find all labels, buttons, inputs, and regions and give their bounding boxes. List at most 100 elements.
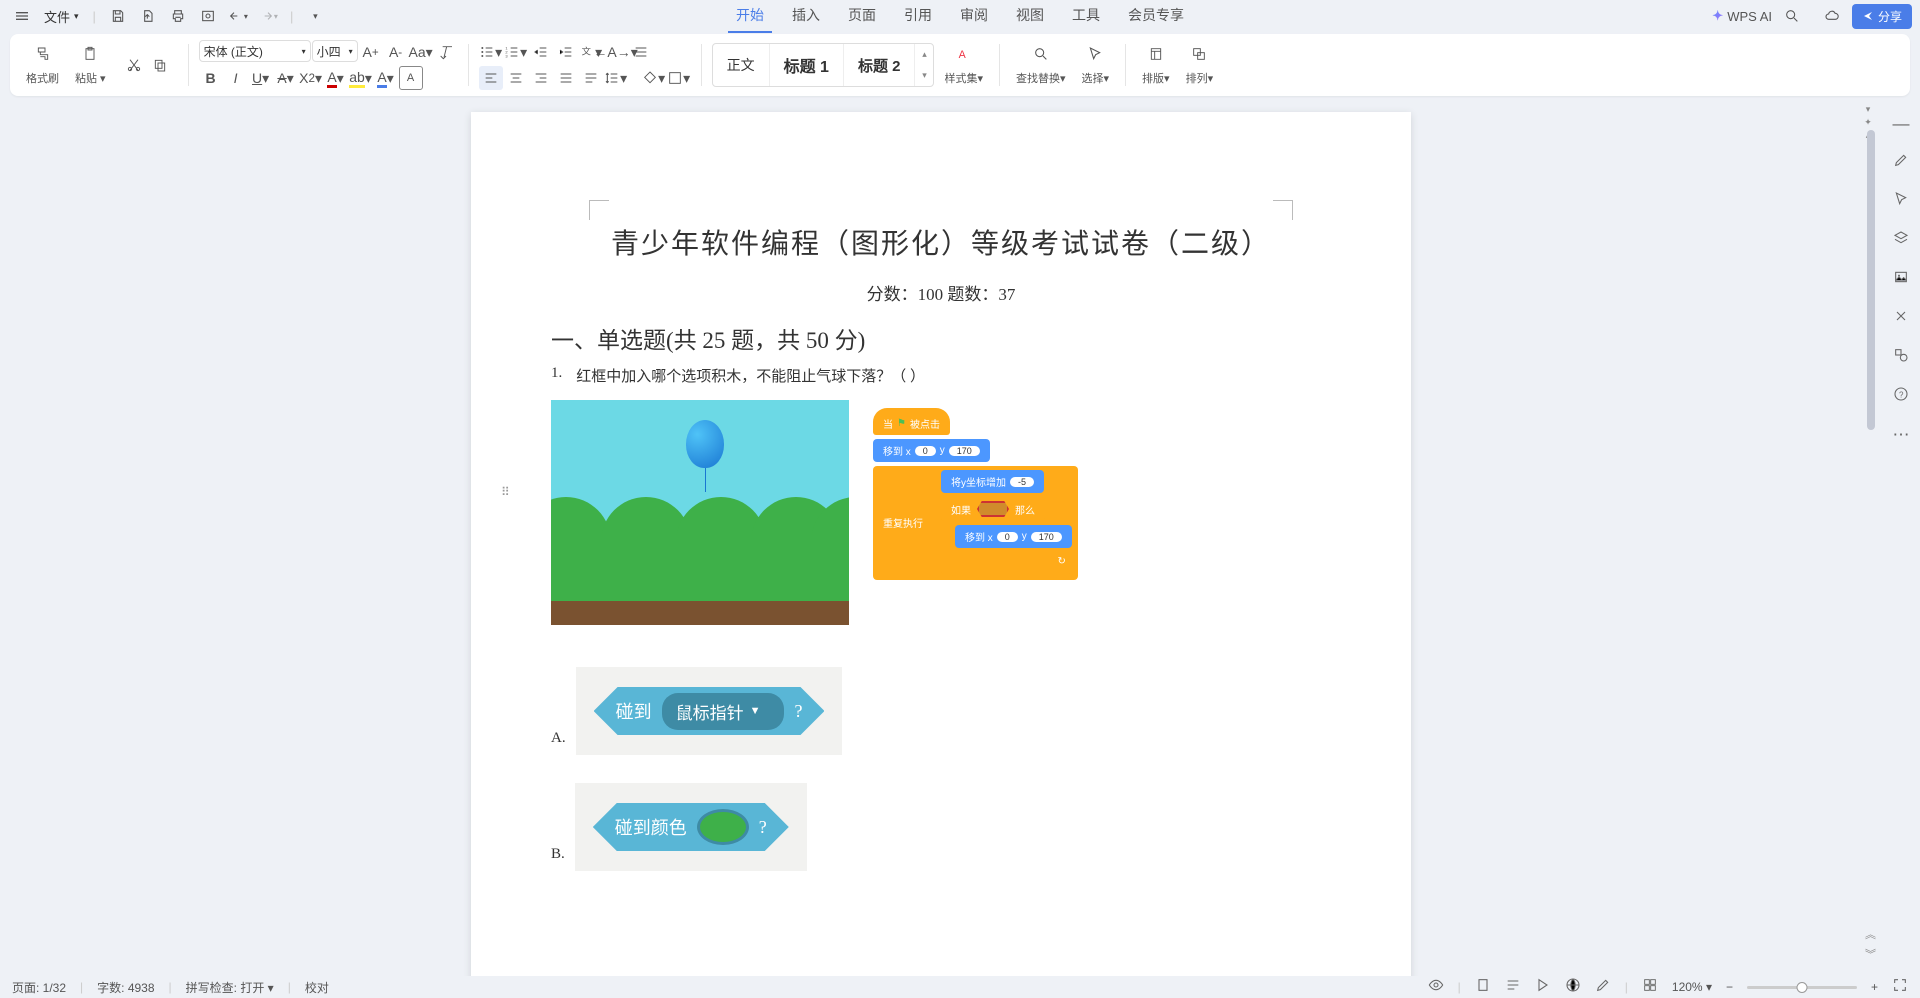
spell-check-status[interactable]: 拼写检查: 打开 ▾ [186,979,274,996]
comments-icon[interactable] [1595,977,1611,998]
more-icon[interactable]: ⋯ [1893,425,1910,445]
answer-b: B. 碰到颜色? [551,783,1331,871]
print-icon[interactable] [164,2,192,30]
tab-review[interactable]: 审阅 [952,0,996,33]
char-spacing-icon[interactable]: ←A→▾ [604,40,628,64]
view-outline-icon[interactable] [1505,977,1521,998]
arrange-button[interactable]: 排列▾ [1180,45,1220,86]
drag-handle-icon[interactable]: ⠿ [501,485,510,499]
doc-meta: 分数：100 题数：37 [551,280,1331,305]
search-icon[interactable] [1778,2,1806,30]
cursor-icon[interactable] [1893,191,1909,212]
wps-ai-button[interactable]: ✦WPS AI [1712,8,1772,24]
style-gallery[interactable]: 正文 标题 1 标题 2 ▴▾ [712,43,935,87]
bold-icon[interactable]: B [199,66,223,90]
ribbon-toolbar: 格式刷 粘贴 ▾ 宋体 (正文)▾ 小四▾ A+ A- Aa▾ B I U▾ A… [10,34,1910,96]
zoom-out-icon[interactable]: − [1726,980,1733,994]
fill-color-icon[interactable]: ▾ [642,66,666,90]
style-set-button[interactable]: A 样式集▾ [938,45,989,86]
superscript-icon[interactable]: X2▾ [299,66,323,90]
zoom-slider[interactable] [1747,986,1857,989]
numbering-icon[interactable]: 123▾ [504,40,528,64]
export-icon[interactable] [134,2,162,30]
outdent-icon[interactable] [529,40,553,64]
font-name-select[interactable]: 宋体 (正文)▾ [199,40,311,62]
bullets-icon[interactable]: ▾ [479,40,503,64]
view-web-icon[interactable] [1565,977,1581,998]
document-canvas[interactable]: 青少年软件编程（图形化）等级考试试卷（二级） 分数：100 题数：37 一、单选… [0,100,1882,976]
shading-icon[interactable]: A▾ [374,66,398,90]
align-center-icon[interactable] [504,66,528,90]
format-brush-button[interactable]: 格式刷 [20,45,65,86]
view-read-icon[interactable] [1535,977,1551,998]
dropdown-icon[interactable]: ▾ [301,2,329,30]
style-h2[interactable]: 标题 2 [844,44,916,86]
tab-reference[interactable]: 引用 [896,0,940,33]
font-grow-icon[interactable]: A+ [359,40,383,64]
copy-icon[interactable] [148,53,172,77]
pen-icon[interactable] [1893,152,1909,173]
italic-icon[interactable]: I [224,66,248,90]
page-count[interactable]: 页面: 1/32 [12,979,66,996]
char-border-icon[interactable]: A [399,66,423,90]
preview-icon[interactable] [194,2,222,30]
font-size-select[interactable]: 小四▾ [312,40,358,62]
tab-member[interactable]: 会员专享 [1120,0,1192,33]
style-h1[interactable]: 标题 1 [770,44,844,86]
svg-text:?: ? [1899,390,1904,399]
indent-icon[interactable] [554,40,578,64]
highlight-icon[interactable]: ab▾ [349,66,373,90]
scroll-down-icon[interactable]: ︾ [1865,946,1876,962]
tab-stops-icon[interactable] [629,40,653,64]
change-case-icon[interactable]: Aa▾ [409,40,433,64]
image-icon[interactable] [1893,269,1909,290]
clear-format-icon[interactable] [434,40,458,64]
tab-start[interactable]: 开始 [728,0,772,33]
layers-icon[interactable] [1893,230,1909,251]
grid-icon[interactable] [1642,977,1658,998]
style-more-icon[interactable]: ▴▾ [915,44,933,86]
zoom-in-icon[interactable]: + [1871,980,1878,994]
help-icon[interactable]: ? [1893,386,1909,407]
tab-tools[interactable]: 工具 [1064,0,1108,33]
tools-icon[interactable] [1893,308,1909,329]
align-right-icon[interactable] [529,66,553,90]
tab-page[interactable]: 页面 [840,0,884,33]
paste-button[interactable]: 粘贴 ▾ [69,45,112,86]
tab-view[interactable]: 视图 [1008,0,1052,33]
tab-insert[interactable]: 插入 [784,0,828,33]
align-justify-icon[interactable] [554,66,578,90]
font-shrink-icon[interactable]: A- [384,40,408,64]
borders-icon[interactable]: ▾ [667,66,691,90]
line-spacing-icon[interactable]: ▾ [604,66,628,90]
strike-icon[interactable]: A▾ [274,66,298,90]
distribute-icon[interactable] [579,66,603,90]
proofread-status[interactable]: 校对 [305,979,329,996]
font-color-icon[interactable]: A▾ [324,66,348,90]
layout-button[interactable]: 排版▾ [1136,45,1176,86]
zoom-level[interactable]: 120% ▾ [1672,980,1712,994]
scroll-up-icon[interactable]: ︽ [1865,926,1876,942]
vertical-scrollbar[interactable] [1866,130,1876,954]
shapes-icon[interactable] [1893,347,1909,368]
undo-icon[interactable]: ▾ [224,2,252,30]
cut-icon[interactable] [122,53,146,77]
view-page-icon[interactable] [1475,977,1491,998]
fullscreen-icon[interactable] [1892,977,1908,998]
save-icon[interactable] [104,2,132,30]
doc-title: 青少年软件编程（图形化）等级考试试卷（二级） [551,222,1331,262]
menubar: 文件▾ | ▾ ▾ | ▾ 开始 插入 页面 引用 审阅 视图 工具 会员专享 … [0,0,1920,32]
minimize-icon[interactable]: — [1893,114,1910,134]
word-count[interactable]: 字数: 4938 [97,979,154,996]
redo-icon[interactable]: ▾ [254,2,282,30]
align-left-icon[interactable] [479,66,503,90]
find-replace-button[interactable]: 查找替换▾ [1010,45,1072,86]
cloud-icon[interactable] [1818,2,1846,30]
select-button[interactable]: 选择▾ [1076,45,1116,86]
share-button[interactable]: 分享 [1852,4,1912,29]
file-menu[interactable]: 文件▾ [38,7,85,26]
underline-icon[interactable]: U▾ [249,66,273,90]
view-eye-icon[interactable] [1428,977,1444,998]
app-menu-icon[interactable] [8,2,36,30]
style-normal[interactable]: 正文 [713,44,770,86]
